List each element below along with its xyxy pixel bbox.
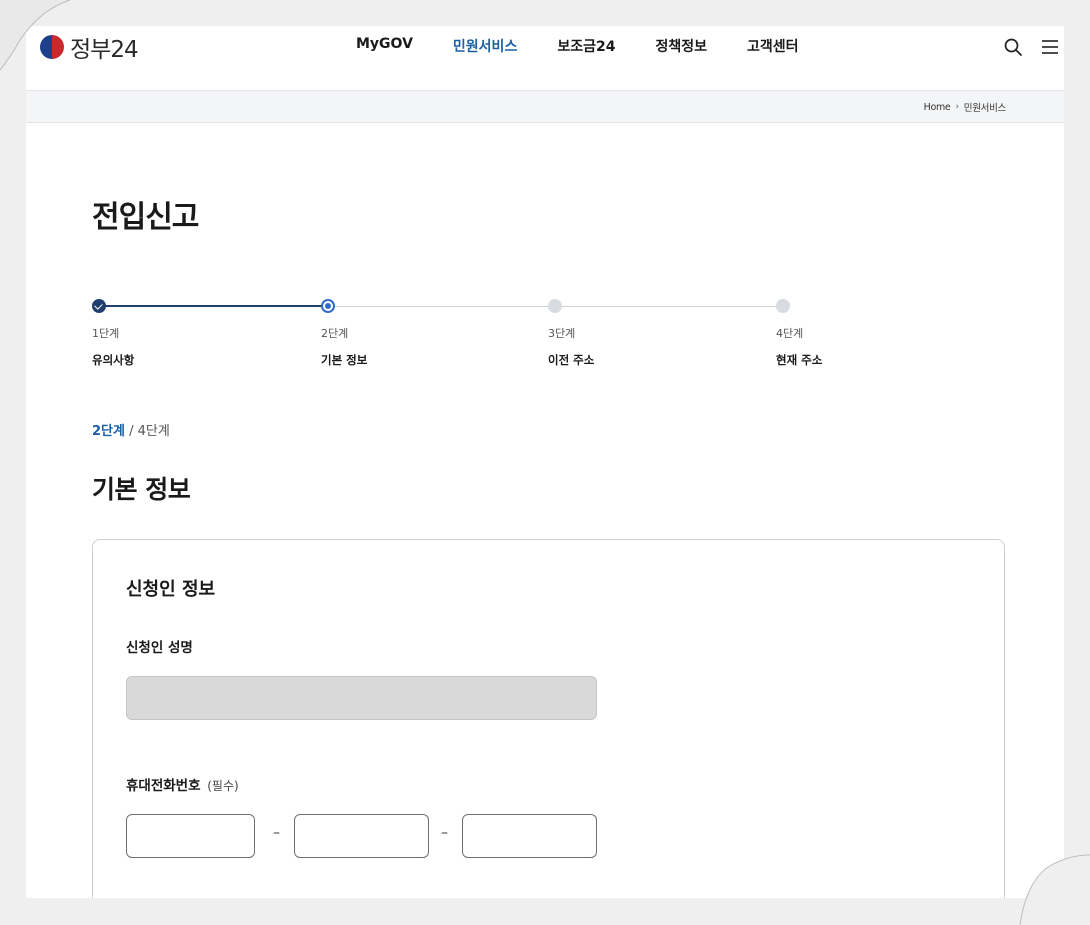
- step-line-done: [99, 305, 328, 307]
- check-icon: [92, 299, 106, 313]
- section-title: 기본 정보: [92, 475, 191, 504]
- breadcrumb-home[interactable]: Home: [924, 102, 951, 113]
- page: 정부24 MyGOV 민원서비스 보조금24 정책정보 고객센터 Home › …: [26, 26, 1064, 898]
- step-1-name: 유의사항: [92, 353, 135, 367]
- applicant-info-card: 신청인 정보 신청인 성명 휴대전화번호 (필수) – –: [92, 539, 1005, 898]
- nav-civil-service[interactable]: 민원서비스: [453, 36, 517, 56]
- phone-dash-1: –: [273, 825, 280, 841]
- phone-dash-2: –: [441, 825, 448, 841]
- phone-part-3-input[interactable]: [462, 814, 597, 858]
- logo-text: 정부24: [70, 37, 139, 63]
- progress-current: 2단계: [92, 424, 125, 439]
- applicant-name-label: 신청인 성명: [126, 640, 193, 656]
- site-header: 정부24 MyGOV 민원서비스 보조금24 정책정보 고객센터: [26, 26, 1064, 90]
- step-progress: 2단계 / 4단계: [92, 420, 170, 439]
- phone-label-text: 휴대전화번호: [126, 778, 201, 794]
- nav-policy-info[interactable]: 정책정보: [655, 36, 707, 56]
- nav-mygov[interactable]: MyGOV: [356, 36, 413, 56]
- current-step-icon: [321, 299, 335, 313]
- step-4-name: 현재 주소: [776, 353, 823, 367]
- phone-part-2-input[interactable]: [294, 814, 429, 858]
- search-icon[interactable]: [1003, 37, 1023, 57]
- step-4-number: 4단계: [776, 327, 804, 340]
- menu-icon[interactable]: [1040, 37, 1060, 57]
- breadcrumb-bar: Home › 민원서비스: [26, 90, 1064, 123]
- chevron-right-icon: ›: [955, 102, 959, 112]
- nav-subsidy[interactable]: 보조금24: [557, 36, 615, 56]
- required-mark: (필수): [207, 779, 239, 793]
- step-2-number: 2단계: [321, 327, 349, 340]
- phone-label: 휴대전화번호 (필수): [126, 774, 239, 794]
- page-curl-bottom-right-icon: [1019, 854, 1090, 925]
- step-2-name: 기본 정보: [321, 353, 368, 367]
- applicant-name-field: [126, 676, 597, 720]
- progress-separator: /: [124, 424, 138, 439]
- pending-step-icon: [776, 299, 790, 313]
- step-1-number: 1단계: [92, 327, 120, 340]
- step-3-number: 3단계: [548, 327, 576, 340]
- breadcrumb-current[interactable]: 민원서비스: [964, 100, 1007, 114]
- step-3-name: 이전 주소: [548, 353, 595, 367]
- stepper: 1단계 유의사항 2단계 기본 정보 3단계 이전 주소 4단계 현재 주소: [92, 298, 822, 378]
- main-nav: MyGOV 민원서비스 보조금24 정책정보 고객센터: [356, 36, 839, 56]
- card-title: 신청인 정보: [126, 579, 216, 600]
- breadcrumb: Home › 민원서비스: [924, 100, 1007, 115]
- nav-customer-center[interactable]: 고객센터: [747, 36, 799, 56]
- page-title: 전입신고: [92, 200, 199, 235]
- pending-step-icon: [548, 299, 562, 313]
- progress-total: 4단계: [137, 424, 170, 439]
- page-curl-top-left-icon: [0, 0, 71, 71]
- phone-part-1-input[interactable]: [126, 814, 255, 858]
